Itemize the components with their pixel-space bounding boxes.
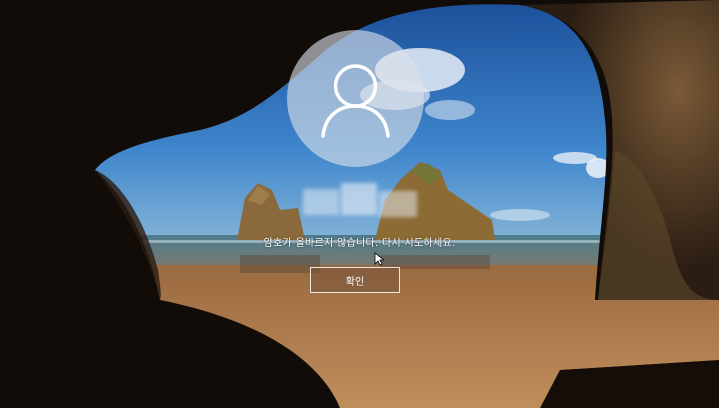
user-avatar xyxy=(287,30,424,167)
ok-button[interactable]: 확인 xyxy=(310,267,400,293)
user-icon xyxy=(321,64,390,138)
error-message: 암호가 올바르지 않습니다. 다시 시도하세요. xyxy=(263,238,456,249)
username-blurred xyxy=(303,183,417,221)
mouse-cursor-icon xyxy=(374,252,384,266)
